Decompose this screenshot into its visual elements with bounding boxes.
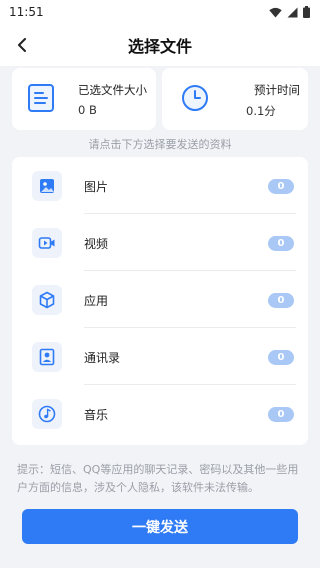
count-badge: 0 bbox=[268, 293, 294, 308]
count-badge: 0 bbox=[268, 350, 294, 365]
privacy-notice: 提示：短信、QQ等应用的聊天记录、密码以及其他一些用户方面的信息，涉及个人隐私，… bbox=[17, 463, 299, 494]
selected-size-label: 已选文件大小 bbox=[78, 83, 147, 97]
count-badge: 0 bbox=[268, 179, 294, 194]
music-note-icon bbox=[32, 399, 62, 429]
header: 选择文件 bbox=[0, 24, 320, 66]
list-item-contacts[interactable]: 通讯录 0 bbox=[12, 328, 308, 385]
estimated-time-card: 预计时间 0.1分 bbox=[162, 68, 308, 130]
video-icon bbox=[32, 228, 62, 258]
selected-size-value: 0 B bbox=[78, 103, 97, 117]
status-icons bbox=[269, 6, 310, 18]
list-item-label: 应用 bbox=[84, 294, 109, 308]
battery-icon bbox=[303, 6, 310, 18]
contact-card-icon bbox=[32, 342, 62, 372]
category-list: 图片 0 视频 0 应用 0 通讯录 0 音乐 0 bbox=[12, 157, 308, 445]
send-all-button[interactable]: 一键发送 bbox=[22, 509, 298, 544]
image-icon bbox=[32, 171, 62, 201]
app-cube-icon bbox=[32, 285, 62, 315]
count-badge: 0 bbox=[268, 407, 294, 422]
list-item-label: 图片 bbox=[84, 180, 109, 194]
select-instruction: 请点击下方选择要发送的资料 bbox=[88, 138, 232, 151]
list-item-music[interactable]: 音乐 0 bbox=[12, 385, 308, 442]
list-item-label: 通讯录 bbox=[84, 351, 121, 365]
list-item-videos[interactable]: 视频 0 bbox=[12, 214, 308, 271]
signal-icon bbox=[287, 7, 298, 17]
status-time: 11:51 bbox=[9, 5, 44, 19]
wifi-icon bbox=[269, 7, 282, 17]
list-item-label: 音乐 bbox=[84, 408, 109, 422]
estimated-time-label: 预计时间 bbox=[254, 83, 300, 97]
back-arrow-icon[interactable] bbox=[10, 33, 34, 57]
document-icon bbox=[28, 84, 54, 112]
page-title: 选择文件 bbox=[127, 37, 192, 56]
clock-icon bbox=[182, 85, 208, 111]
list-item-label: 视频 bbox=[84, 237, 109, 251]
list-item-images[interactable]: 图片 0 bbox=[12, 157, 308, 214]
selected-size-card: 已选文件大小 0 B bbox=[12, 68, 156, 130]
count-badge: 0 bbox=[268, 236, 294, 251]
status-bar: 11:51 bbox=[0, 0, 320, 24]
list-item-apps[interactable]: 应用 0 bbox=[12, 271, 308, 328]
estimated-time-value: 0.1分 bbox=[246, 104, 276, 118]
